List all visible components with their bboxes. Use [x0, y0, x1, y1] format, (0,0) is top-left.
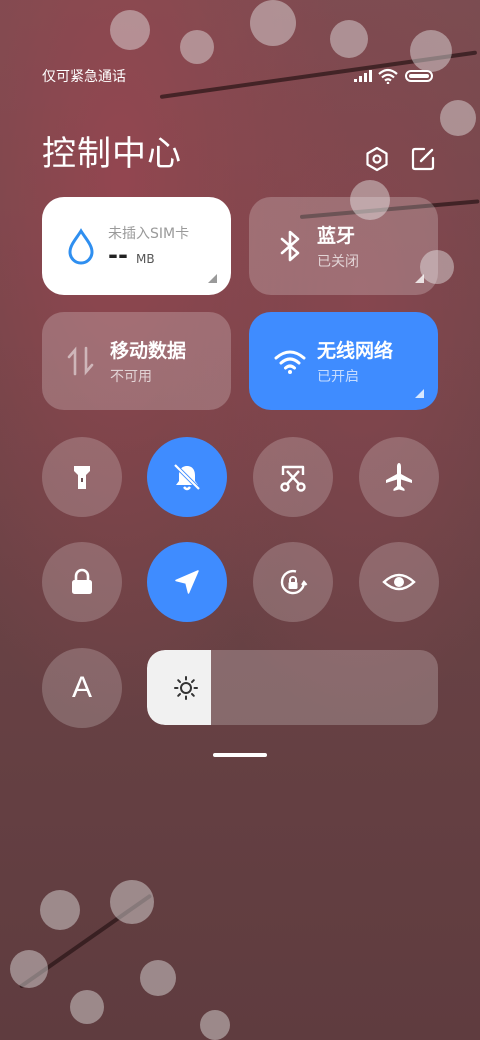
flashlight-toggle[interactable]	[42, 437, 122, 517]
mobile-data-title: 移动数据	[110, 340, 187, 362]
expand-corner-icon	[415, 389, 424, 398]
wifi-tile[interactable]: 无线网络 已开启	[249, 312, 438, 410]
data-usage-unit: MB	[136, 252, 155, 266]
signal-icon	[354, 70, 372, 82]
bell-off-icon	[173, 463, 201, 491]
mobile-data-status: 不可用	[110, 369, 152, 385]
airplane-icon	[386, 463, 412, 491]
lock-icon	[72, 568, 92, 594]
rotation-lock-toggle[interactable]	[253, 542, 333, 622]
sun-icon	[174, 676, 198, 700]
page-title: 控制中心	[42, 134, 182, 174]
wifi-status: 已开启	[317, 369, 359, 385]
airplane-mode-toggle[interactable]	[359, 437, 439, 517]
edit-icon[interactable]	[410, 146, 436, 172]
bluetooth-title: 蓝牙	[317, 225, 356, 247]
close-handle[interactable]	[213, 753, 267, 757]
status-bar: 仅可紧急通话	[0, 62, 480, 88]
mobile-data-tile[interactable]: 移动数据 不可用	[42, 312, 231, 410]
lock-screen-toggle[interactable]	[42, 542, 122, 622]
data-usage-title: 未插入SIM卡	[108, 226, 190, 242]
mobile-data-icon	[67, 346, 94, 376]
bluetooth-icon	[280, 230, 300, 262]
bluetooth-tile[interactable]: 蓝牙 已关闭	[249, 197, 438, 295]
flashlight-icon	[74, 466, 90, 489]
silent-mode-toggle[interactable]	[147, 437, 227, 517]
battery-icon	[405, 70, 433, 82]
expand-corner-icon	[208, 274, 217, 283]
location-arrow-icon	[175, 570, 199, 594]
water-drop-icon	[68, 228, 94, 265]
data-usage-tile[interactable]: 未插入SIM卡 -- MB	[42, 197, 231, 295]
eye-icon	[382, 573, 416, 591]
settings-icon[interactable]	[364, 146, 390, 172]
wifi-status-icon	[378, 68, 398, 84]
expand-corner-icon	[415, 274, 424, 283]
rotation-lock-icon	[280, 569, 308, 595]
brightness-slider[interactable]	[147, 650, 438, 725]
screenshot-toggle[interactable]	[253, 437, 333, 517]
data-usage-value: --	[108, 241, 128, 269]
auto-brightness-toggle[interactable]: A	[42, 648, 122, 728]
location-toggle[interactable]	[147, 542, 227, 622]
wifi-icon	[274, 350, 306, 374]
wifi-title: 无线网络	[317, 340, 394, 362]
reading-mode-toggle[interactable]	[359, 542, 439, 622]
scissors-icon	[280, 465, 306, 492]
carrier-status: 仅可紧急通话	[42, 69, 126, 85]
bluetooth-status: 已关闭	[317, 254, 359, 270]
auto-brightness-label: A	[71, 671, 92, 704]
